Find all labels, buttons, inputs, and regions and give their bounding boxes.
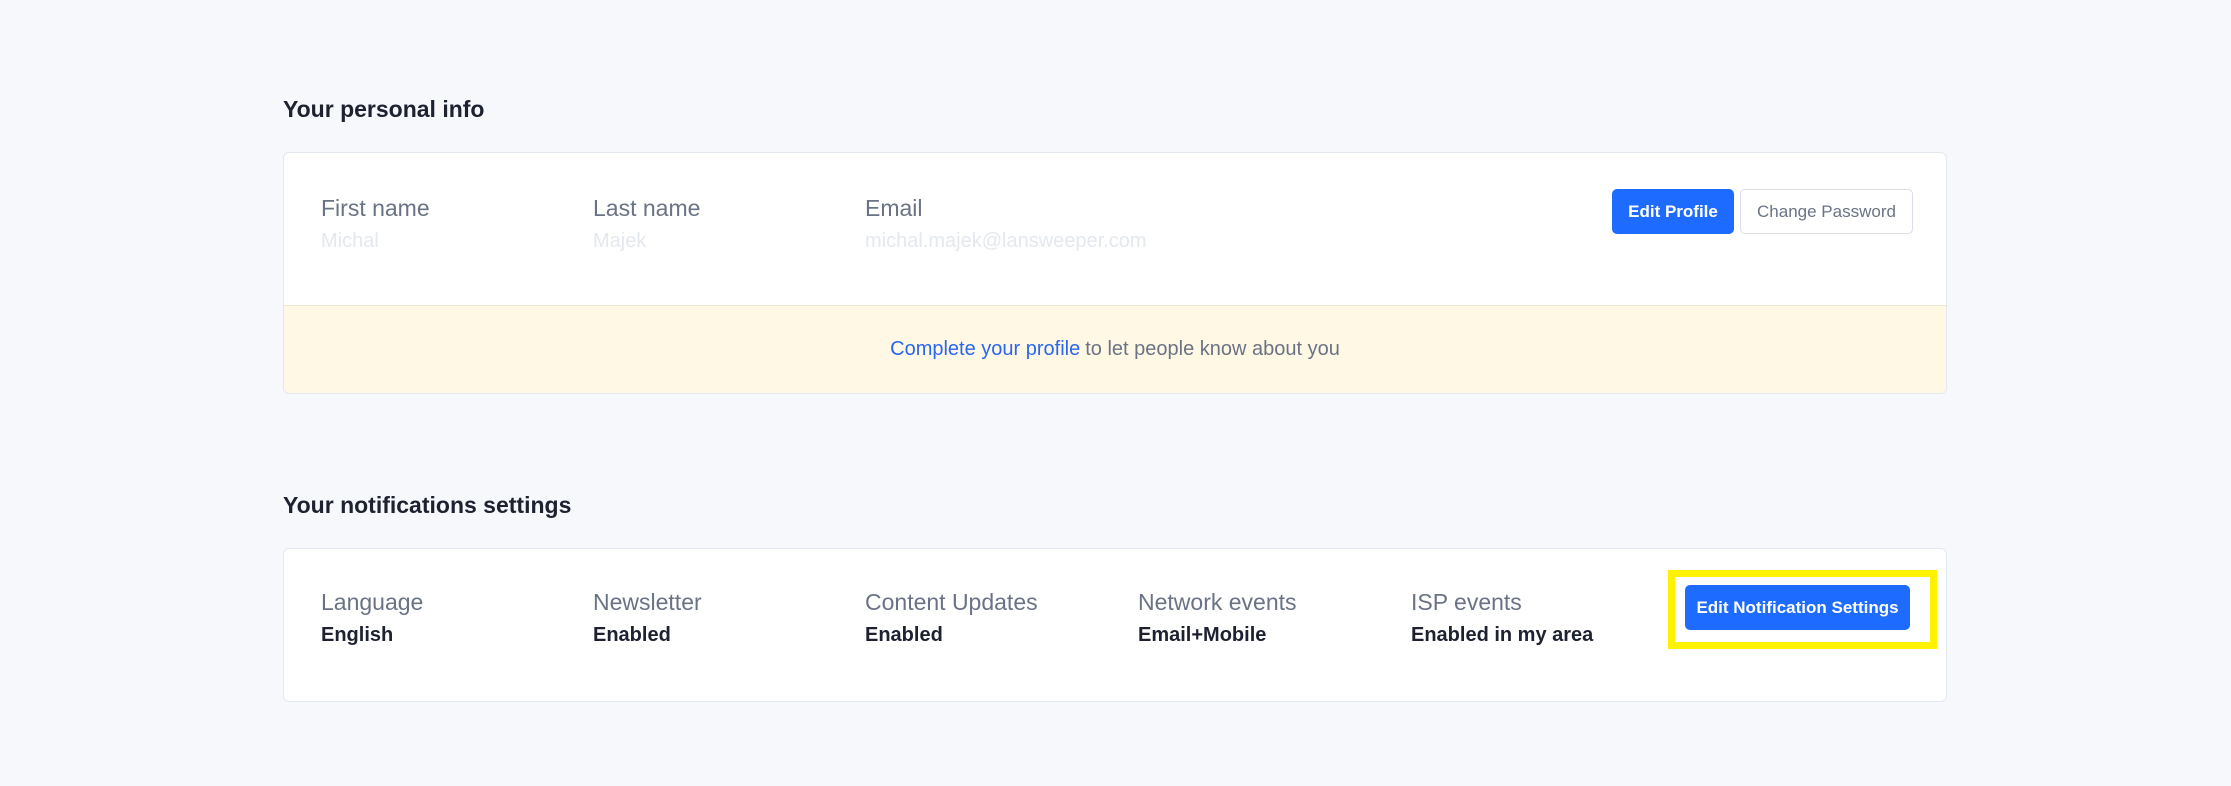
content-updates-field: Content Updates Enabled (865, 587, 1038, 649)
language-field: Language English (321, 587, 423, 649)
last-name-label: Last name (593, 195, 701, 221)
isp-events-field: ISP events Enabled in my area (1411, 587, 1593, 649)
notifications-card: Language English Newsletter Enabled Cont… (283, 548, 1947, 702)
first-name-value: Michal (321, 230, 379, 252)
language-value: English (321, 624, 394, 646)
personal-info-heading: Your personal info (283, 96, 485, 122)
network-events-value: Email+Mobile (1138, 624, 1267, 646)
change-password-button[interactable]: Change Password (1740, 189, 1913, 234)
network-events-field: Network events Email+Mobile (1138, 587, 1297, 649)
complete-profile-banner: Complete your profile to let people know… (284, 305, 1946, 393)
last-name-value: Majek (593, 230, 647, 252)
complete-profile-text: to let people know about you (1085, 338, 1340, 360)
personal-info-card: First name Michal Last name Majek Email … (283, 152, 1947, 394)
notifications-heading: Your notifications settings (283, 492, 572, 518)
first-name-label: First name (321, 195, 430, 221)
complete-profile-link[interactable]: Complete your profile (890, 338, 1080, 361)
edit-notification-settings-button[interactable]: Edit Notification Settings (1685, 585, 1910, 630)
email-value: michal.majek@lansweeper.com (865, 230, 1147, 252)
isp-events-value: Enabled in my area (1411, 624, 1594, 646)
isp-events-label: ISP events (1411, 589, 1522, 615)
newsletter-value: Enabled (593, 624, 671, 646)
content-updates-value: Enabled (865, 624, 943, 646)
language-label: Language (321, 589, 424, 615)
email-field: Email michal.majek@lansweeper.com (865, 193, 1147, 255)
edit-profile-button[interactable]: Edit Profile (1612, 189, 1734, 234)
content-updates-label: Content Updates (865, 589, 1038, 615)
last-name-field: Last name Majek (593, 193, 700, 255)
newsletter-field: Newsletter Enabled (593, 587, 702, 649)
newsletter-label: Newsletter (593, 589, 702, 615)
network-events-label: Network events (1138, 589, 1297, 615)
email-label: Email (865, 195, 923, 221)
first-name-field: First name Michal (321, 193, 430, 255)
